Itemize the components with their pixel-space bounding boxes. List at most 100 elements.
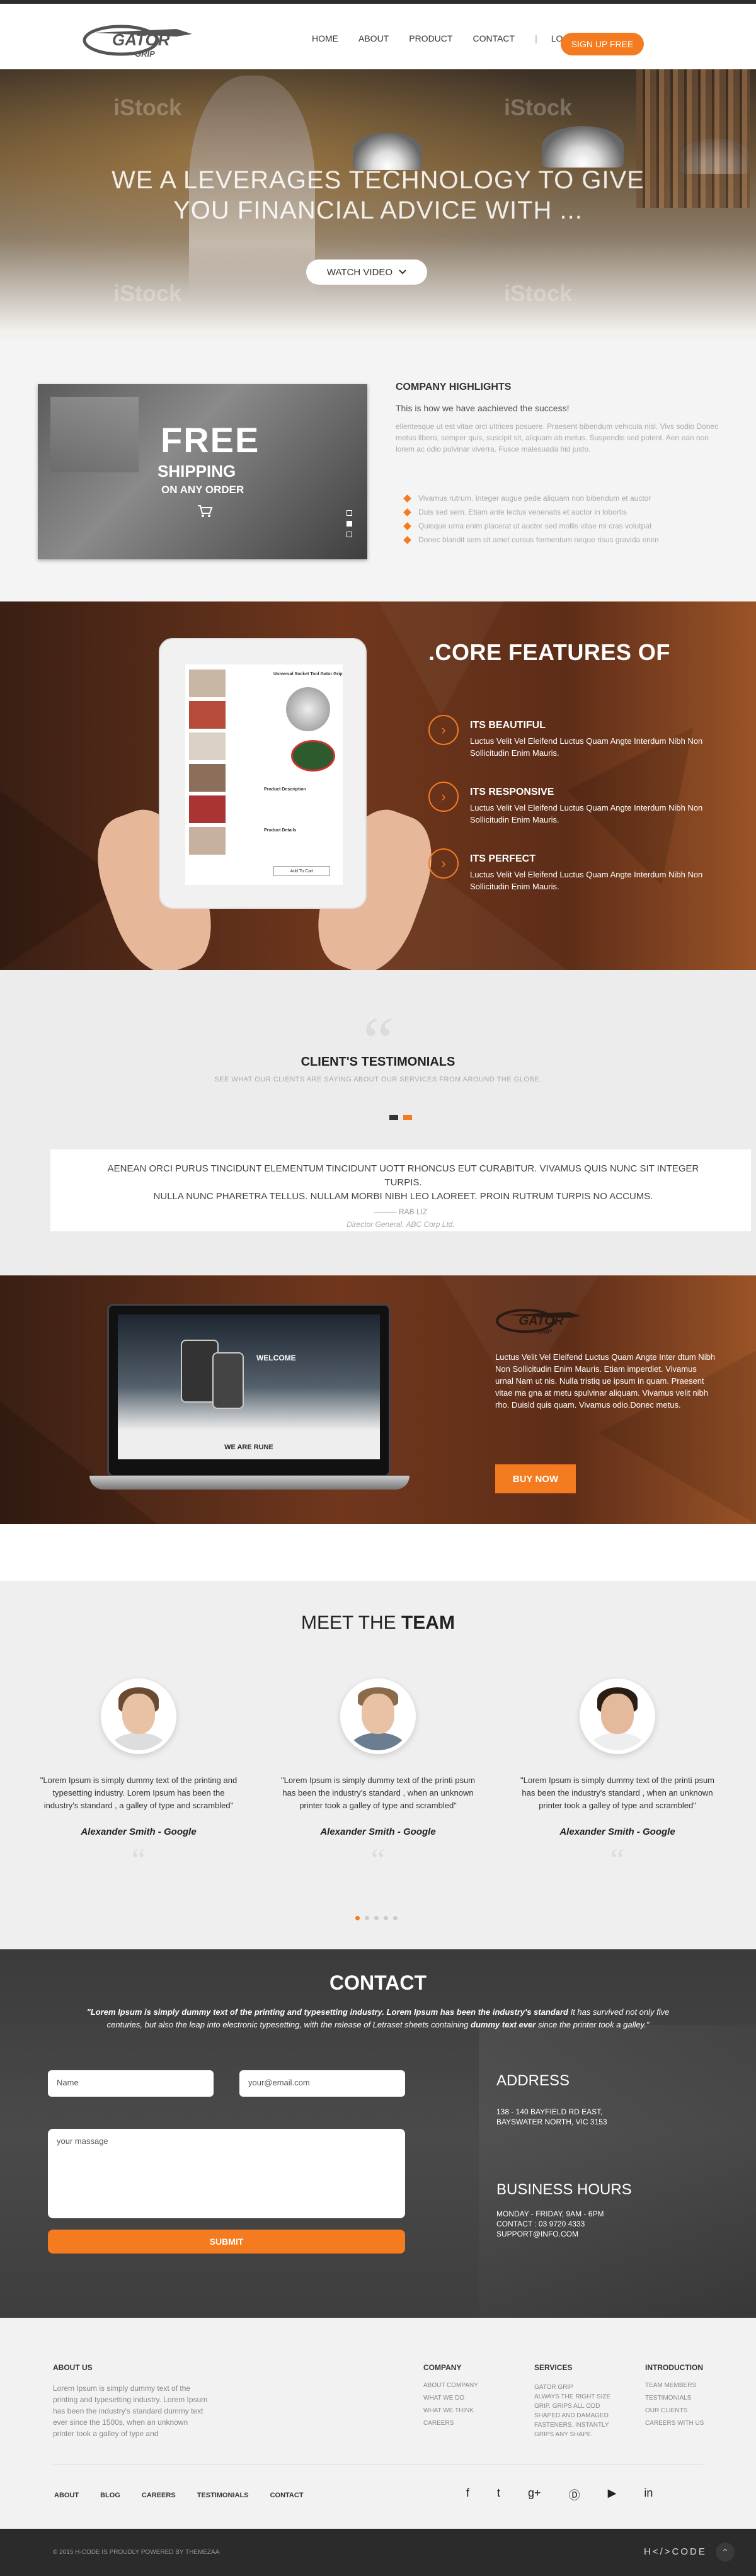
address-title: ADDRESS xyxy=(496,2072,570,2089)
pager-dot-active[interactable] xyxy=(403,1115,412,1120)
buy-now-button[interactable]: BUY NOW xyxy=(495,1464,576,1493)
hours-line: SUPPORT@INFO.COM xyxy=(496,2230,578,2238)
footer-link[interactable]: FASTENERS. INSTANTLY xyxy=(534,2420,610,2430)
address-line: 138 - 140 BAYFIELD RD EAST, xyxy=(496,2107,603,2116)
site-footer: ABOUT US Lorem Ipsum is simply dummy tex… xyxy=(0,2318,756,2529)
nav-product[interactable]: PRODUCT xyxy=(409,33,452,43)
highlights-list: Vivamus rutrum. Integer augue pede aliqu… xyxy=(404,494,659,549)
youtube-icon[interactable]: ▶ xyxy=(608,2487,617,2503)
footer-link[interactable]: SHAPED AND DAMAGED xyxy=(534,2411,610,2420)
footer-nav-contact[interactable]: CONTACT xyxy=(270,2492,304,2499)
highlights-paragraph: ellentesque ut est vitae orci ultrices p… xyxy=(396,422,719,453)
pager-dot[interactable] xyxy=(365,1916,369,1920)
member-quote: "Lorem Ipsum is simply dummy text of the… xyxy=(280,1775,476,1810)
testimonial-quote-line: AENEAN ORCI PURUS TINCIDUNT ELEMENTUM TI… xyxy=(107,1163,699,1188)
footer-link[interactable]: TESTIMONIALS xyxy=(645,2392,704,2405)
gator-grip-logo[interactable]: GATOR GRIP xyxy=(82,20,195,62)
office-window-image xyxy=(50,397,139,472)
footer-nav-blog[interactable]: BLOG xyxy=(100,2492,120,2499)
footer-link[interactable]: WHAT WE DO xyxy=(423,2392,478,2405)
footer-company-title: COMPANY xyxy=(423,2363,462,2372)
phone-image xyxy=(212,1352,244,1409)
pager-dot-active[interactable] xyxy=(355,1916,360,1920)
watch-video-button[interactable]: WATCH VIDEO xyxy=(306,259,427,285)
feature-heading: ITS BEAUTIFUL xyxy=(470,720,546,731)
slider-dot[interactable] xyxy=(346,510,352,516)
member-name: Alexander Smith - Google xyxy=(320,1827,436,1837)
nav-contact[interactable]: CONTACT xyxy=(472,33,515,43)
footer-link[interactable]: OUR CLIENTS xyxy=(645,2405,704,2417)
slider-dot[interactable] xyxy=(346,532,352,537)
member-quote: "Lorem Ipsum is simply dummy text of the… xyxy=(40,1775,238,1810)
pager-dot[interactable] xyxy=(384,1916,388,1920)
free-shipping-banner[interactable]: FREE SHIPPING ON ANY ORDER xyxy=(38,384,367,559)
laptop-mockup-image: WELCOME WE ARE RUNE xyxy=(107,1304,391,1477)
testimonials-section: “ CLIENT'S TESTIMONIALS SEE WHAT OUR CLI… xyxy=(0,970,756,1275)
testimonials-title: CLIENT'S TESTIMONIALS xyxy=(301,1055,455,1069)
footer-nav-careers[interactable]: CAREERS xyxy=(142,2492,176,2499)
submit-button[interactable]: SUBMIT xyxy=(48,2230,405,2254)
footer-link[interactable]: ABOUT COMPANY xyxy=(423,2379,478,2392)
watermark-text: iStock xyxy=(113,280,182,306)
address-line: BAYSWATER NORTH, VIC 3153 xyxy=(496,2117,607,2126)
socket-tool-image xyxy=(278,680,338,739)
contact-intro: "Lorem Ipsum is simply dummy text of the… xyxy=(76,2006,680,2031)
twitter-icon[interactable]: t xyxy=(497,2487,500,2503)
tablet-thumbnail-column xyxy=(189,670,226,858)
gator-grip-badge-image xyxy=(291,740,335,772)
footer-link[interactable]: TEAM MEMBERS xyxy=(645,2379,704,2392)
footer-link[interactable]: GRIP. GRIPS ALL ODD xyxy=(534,2402,610,2411)
footer-link[interactable]: GRIPS ANY SHAPE. xyxy=(534,2430,610,2439)
copyright-text: © 2015 H-CODE IS PROUDLY POWERED BY THEM… xyxy=(53,2549,220,2556)
scroll-to-top-icon[interactable]: ⌃ xyxy=(716,2543,735,2562)
name-field[interactable]: Name xyxy=(48,2070,214,2097)
footer-company-list: ABOUT COMPANY WHAT WE DO WHAT WE THINK C… xyxy=(423,2379,478,2430)
footer-nav-about[interactable]: ABOUT xyxy=(54,2492,79,2499)
team-title-bold: TEAM xyxy=(401,1612,455,1633)
contact-intro-bold: "Lorem Ipsum is simply dummy text of the… xyxy=(86,2007,568,2017)
footer-link[interactable]: GATOR GRIP xyxy=(534,2383,610,2392)
footer-link[interactable]: CAREERS xyxy=(423,2417,478,2430)
laptop-base-image xyxy=(89,1476,410,1490)
pager-dot[interactable] xyxy=(389,1115,398,1120)
footer-link[interactable]: CAREERS WITH US xyxy=(645,2417,704,2430)
member-quote: "Lorem Ipsum is simply dummy text of the… xyxy=(520,1775,715,1810)
watermark-text: iStock xyxy=(113,94,182,120)
address-text: 138 - 140 BAYFIELD RD EAST, BAYSWATER NO… xyxy=(496,2107,607,2127)
footer-nav-testimonials[interactable]: TESTIMONIALS xyxy=(197,2492,249,2499)
linkedin-icon[interactable]: in xyxy=(644,2487,653,2503)
quote-icon: “ xyxy=(370,1842,386,1877)
chevron-right-icon[interactable]: › xyxy=(428,848,459,879)
footer-link[interactable]: WHAT WE THINK xyxy=(423,2405,478,2417)
avatar xyxy=(101,1678,176,1754)
message-field[interactable]: your massage xyxy=(48,2129,405,2218)
hero-title: WE A LEVERAGES TECHNOLOGY TO GIVE YOU FI… xyxy=(0,165,756,225)
pager-dot[interactable] xyxy=(393,1916,398,1920)
email-field[interactable]: your@email.com xyxy=(239,2070,405,2097)
testimonials-subtitle: SEE WHAT OUR CLIENTS ARE SAYING ABOUT OU… xyxy=(214,1076,542,1083)
list-item: Duis sed sem. Etiam ante lectus venenati… xyxy=(404,508,659,521)
nav-home[interactable]: HOME xyxy=(312,33,338,43)
feature-heading: ITS PERFECT xyxy=(470,853,536,864)
screen-banner: WE ARE RUNE xyxy=(224,1444,273,1451)
avatar xyxy=(340,1678,416,1754)
team-title-light: MEET THE xyxy=(301,1612,401,1633)
chevron-right-icon[interactable]: › xyxy=(428,715,459,745)
cart-icon xyxy=(198,505,213,517)
google-plus-icon[interactable]: g+ xyxy=(528,2487,541,2503)
facebook-icon[interactable]: f xyxy=(466,2487,469,2503)
pager-dot[interactable] xyxy=(374,1916,379,1920)
footer-services-list: GATOR GRIP ALWAYS THE RIGHT SIZE GRIP. G… xyxy=(534,2383,610,2439)
nav-about[interactable]: ABOUT xyxy=(358,33,389,43)
feature-text: Luctus Velit Vel Eleifend Luctus Quam An… xyxy=(470,870,703,891)
tablet-details-heading: Product Details xyxy=(264,828,297,833)
chevron-right-icon[interactable]: › xyxy=(428,782,459,812)
feature-text: Luctus Velit Vel Eleifend Luctus Quam An… xyxy=(470,803,703,824)
dribbble-icon[interactable]: Ⓓ xyxy=(569,2487,580,2503)
testimonial-quote-line: NULLA NUNC PHARETRA TELLUS. NULLAM MORBI… xyxy=(153,1191,653,1202)
team-pager xyxy=(355,1916,398,1920)
hero-title-line: WE A LEVERAGES TECHNOLOGY TO GIVE xyxy=(112,166,644,194)
signup-button[interactable]: SIGN UP FREE xyxy=(561,33,644,55)
slider-dot[interactable] xyxy=(346,521,352,527)
footer-link[interactable]: ALWAYS THE RIGHT SIZE xyxy=(534,2392,610,2402)
